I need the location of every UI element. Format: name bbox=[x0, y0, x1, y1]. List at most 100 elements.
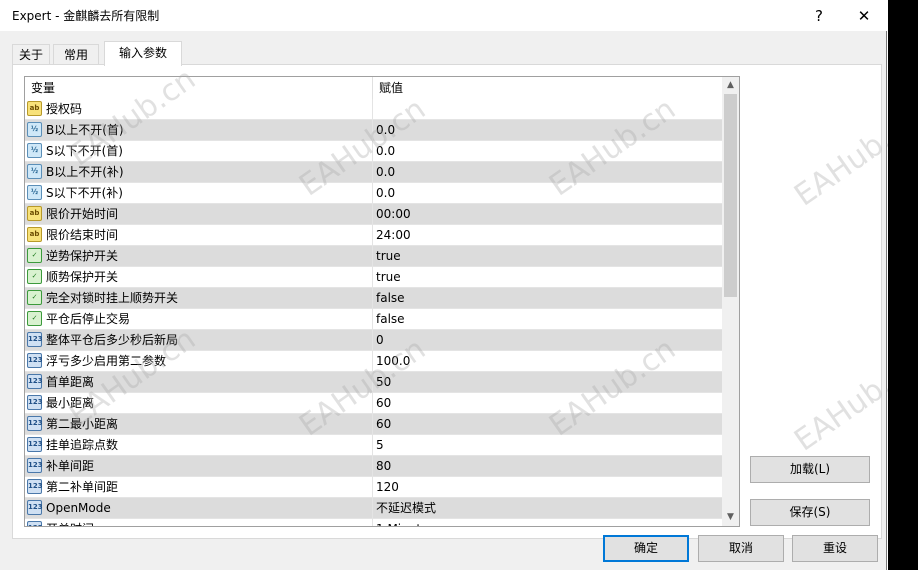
parameter-row[interactable]: 123 补单间距 80 bbox=[25, 456, 722, 477]
bool-type-icon: ✓ bbox=[27, 248, 42, 263]
title-bar: Expert - 金麒麟去所有限制 ? ✕ bbox=[0, 0, 887, 31]
parameter-row[interactable]: 123 浮亏多少启用第二参数 100.0 bbox=[25, 351, 722, 372]
tab-inputs[interactable]: 输入参数 bbox=[104, 41, 182, 66]
cell-divider bbox=[372, 141, 373, 162]
parameter-value[interactable]: false bbox=[376, 288, 405, 309]
parameter-row[interactable]: ½ S以下不开(补) 0.0 bbox=[25, 183, 722, 204]
parameter-row[interactable]: 123 整体平仓后多少秒后新局 0 bbox=[25, 330, 722, 351]
dbl-type-icon: ½ bbox=[27, 143, 42, 158]
cell-divider bbox=[372, 393, 373, 414]
parameter-value[interactable]: 0.0 bbox=[376, 141, 395, 162]
cell-divider bbox=[372, 288, 373, 309]
scroll-up-icon[interactable]: ▲ bbox=[722, 77, 739, 94]
parameter-name: 整体平仓后多少秒后新局 bbox=[46, 333, 179, 347]
parameter-value[interactable]: 24:00 bbox=[376, 225, 411, 246]
parameter-value[interactable]: 50 bbox=[376, 372, 391, 393]
int-type-icon: 123 bbox=[27, 500, 43, 515]
cell-divider bbox=[372, 267, 373, 288]
int-type-icon: 123 bbox=[27, 479, 43, 494]
bool-type-icon: ✓ bbox=[27, 269, 42, 284]
reset-button[interactable]: 重设 bbox=[792, 535, 878, 562]
tab-about[interactable]: 关于 bbox=[12, 44, 50, 65]
scroll-down-icon[interactable]: ▼ bbox=[722, 509, 739, 526]
ab-type-icon: ab bbox=[27, 206, 42, 221]
cell-divider bbox=[372, 351, 373, 372]
cell-divider bbox=[372, 519, 373, 526]
ab-type-icon: ab bbox=[27, 101, 42, 116]
parameter-row[interactable]: ½ B以上不开(首) 0.0 bbox=[25, 120, 722, 141]
parameter-row[interactable]: 123开单时间 1 Minute bbox=[25, 519, 722, 526]
parameter-value[interactable]: false bbox=[376, 309, 405, 330]
dbl-type-icon: ½ bbox=[27, 164, 42, 179]
parameter-row[interactable]: 123 OpenMode 不延迟模式 bbox=[25, 498, 722, 519]
ok-button[interactable]: 确定 bbox=[603, 535, 689, 562]
cell-divider bbox=[372, 435, 373, 456]
parameter-value[interactable]: 00:00 bbox=[376, 204, 411, 225]
parameter-value[interactable]: 不延迟模式 bbox=[376, 498, 436, 519]
bool-type-icon: ✓ bbox=[27, 311, 42, 326]
parameter-value[interactable]: 60 bbox=[376, 414, 391, 435]
load-button[interactable]: 加载(L) bbox=[750, 456, 870, 483]
bool-type-icon: ✓ bbox=[27, 290, 42, 305]
parameter-name: 逆势保护开关 bbox=[46, 249, 119, 263]
parameter-value[interactable]: 1 Minute bbox=[376, 519, 428, 526]
parameter-name: 浮亏多少启用第二参数 bbox=[46, 354, 167, 368]
parameter-value[interactable]: 5 bbox=[376, 435, 384, 456]
parameter-name: 限价开始时间 bbox=[46, 207, 119, 221]
parameter-value[interactable]: 0.0 bbox=[376, 183, 395, 204]
parameter-row[interactable]: ✓ 顺势保护开关 true bbox=[25, 267, 722, 288]
parameter-row[interactable]: 123 第二补单间距 120 bbox=[25, 477, 722, 498]
parameter-name: S以下不开(补) bbox=[46, 186, 123, 200]
cell-divider bbox=[372, 372, 373, 393]
cell-divider bbox=[372, 330, 373, 351]
parameter-name: 限价结束时间 bbox=[46, 228, 119, 242]
cell-divider bbox=[372, 183, 373, 204]
parameter-row[interactable]: 123 第二最小距离 60 bbox=[25, 414, 722, 435]
cancel-button[interactable]: 取消 bbox=[698, 535, 784, 562]
parameter-name: 开单时间 bbox=[46, 519, 94, 526]
grid-rows: ab 授权码 ½ B以上不开(首) 0.0 ½ S以下不开(首) 0.0 ½ B以上不开(补) 0.… bbox=[25, 99, 722, 526]
parameter-name: 顺势保护开关 bbox=[46, 270, 119, 284]
parameter-row[interactable]: 123 挂单追踪点数 5 bbox=[25, 435, 722, 456]
int-type-icon: 123 bbox=[27, 353, 43, 368]
parameter-name: OpenMode bbox=[46, 501, 111, 515]
parameter-row[interactable]: ½ B以上不开(补) 0.0 bbox=[25, 162, 722, 183]
cell-divider bbox=[372, 414, 373, 435]
parameters-grid: 变量 赋值 ab 授权码 ½ B以上不开(首) 0.0 ½ S以下不开(首) 0.0 ½ B以上不… bbox=[24, 76, 740, 527]
parameter-row[interactable]: ½ S以下不开(首) 0.0 bbox=[25, 141, 722, 162]
parameter-row[interactable]: ✓ 平仓后停止交易 false bbox=[25, 309, 722, 330]
parameter-row[interactable]: 123 最小距离 60 bbox=[25, 393, 722, 414]
parameter-row[interactable]: ✓ 逆势保护开关 true bbox=[25, 246, 722, 267]
column-header-variable[interactable]: 变量 bbox=[25, 77, 55, 99]
int-type-icon: 123 bbox=[27, 332, 43, 347]
expert-dialog: Expert - 金麒麟去所有限制 ? ✕ 关于 常用 输入参数 变量 赋值 a… bbox=[0, 0, 918, 570]
parameter-name: 补单间距 bbox=[46, 459, 95, 473]
close-button[interactable]: ✕ bbox=[842, 0, 886, 31]
parameter-row[interactable]: ✓ 完全对锁时挂上顺势开关 false bbox=[25, 288, 722, 309]
vertical-scrollbar[interactable]: ▲ ▼ bbox=[722, 77, 739, 526]
parameter-value[interactable]: 0 bbox=[376, 330, 384, 351]
parameter-value[interactable]: 80 bbox=[376, 456, 391, 477]
parameter-name: B以上不开(补) bbox=[46, 165, 124, 179]
parameter-name: B以上不开(首) bbox=[46, 123, 124, 137]
grid-header: 变量 赋值 bbox=[25, 77, 722, 99]
parameter-row[interactable]: 123 首单距离 50 bbox=[25, 372, 722, 393]
scroll-thumb[interactable] bbox=[724, 94, 737, 297]
column-header-value[interactable]: 赋值 bbox=[373, 77, 403, 99]
parameter-row[interactable]: ab 限价开始时间 00:00 bbox=[25, 204, 722, 225]
help-button[interactable]: ? bbox=[797, 0, 841, 31]
tab-common[interactable]: 常用 bbox=[53, 44, 99, 65]
parameter-value[interactable]: 120 bbox=[376, 477, 399, 498]
cell-divider bbox=[372, 456, 373, 477]
parameter-value[interactable]: 0.0 bbox=[376, 120, 395, 141]
parameter-name: S以下不开(首) bbox=[46, 144, 123, 158]
ab-type-icon: ab bbox=[27, 227, 42, 242]
parameter-value[interactable]: 0.0 bbox=[376, 162, 395, 183]
parameter-row[interactable]: ab 授权码 bbox=[25, 99, 722, 120]
parameter-value[interactable]: true bbox=[376, 246, 401, 267]
parameter-value[interactable]: 60 bbox=[376, 393, 391, 414]
parameter-row[interactable]: ab 限价结束时间 24:00 bbox=[25, 225, 722, 246]
parameter-value[interactable]: 100.0 bbox=[376, 351, 410, 372]
save-button[interactable]: 保存(S) bbox=[750, 499, 870, 526]
parameter-value[interactable]: true bbox=[376, 267, 401, 288]
